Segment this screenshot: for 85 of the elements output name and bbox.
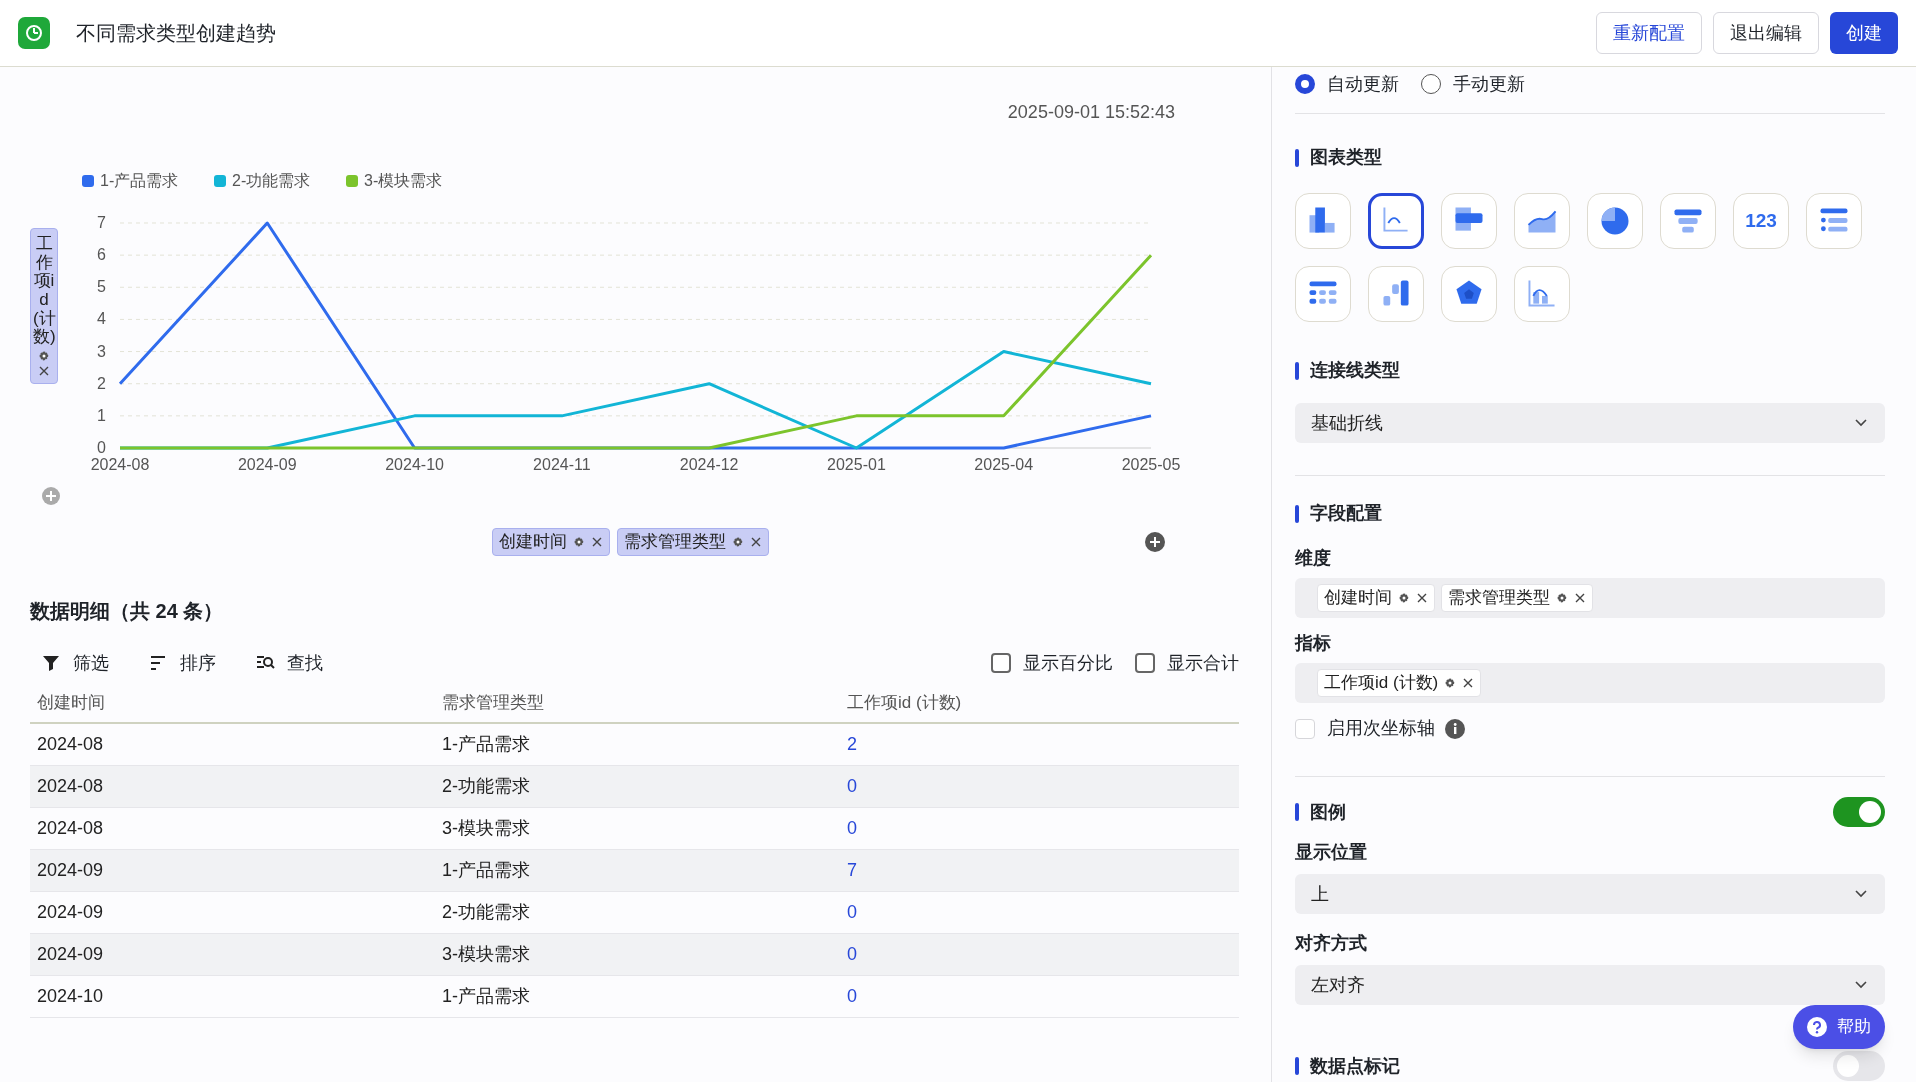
checkbox-label[interactable]: 显示百分比 [1023,649,1113,677]
field-chip[interactable]: 工作项id (计数) [1317,669,1482,697]
table-cell-text: 3-模块需求 [441,817,531,840]
radio-option[interactable]: 手动更新 [1421,70,1525,98]
x-axis-field-tag[interactable]: 需求管理类型 [616,528,769,556]
checkbox-label[interactable]: 显示合计 [1167,649,1239,677]
field-chip-label: 工作项id (计数) [1324,672,1439,695]
table-cell[interactable]: 0 [840,899,1239,926]
field-chip-label: 需求管理类型 [1448,587,1550,610]
table-cell-text: 2024-08 [36,817,105,840]
field-label: 维度 [1295,547,1332,570]
y-tick-label: 0 [97,439,106,456]
legend-label[interactable]: 1-产品需求 [100,172,179,189]
header-button[interactable]: 创建 [1830,12,1898,54]
page-title: 不同需求类型创建趋势 [76,21,276,46]
x-tick-label: 2025-05 [1121,456,1181,473]
x-axis-field-tag[interactable]: 创建时间 [491,528,610,556]
table-cell-text: 1-产品需求 [441,733,531,756]
select-field[interactable]: 基础折线 [1295,403,1885,443]
field-chip[interactable]: 需求管理类型 [1441,584,1593,612]
radio-option[interactable]: 自动更新 [1295,70,1399,98]
field-tag-label: 需求管理类型 [623,531,726,554]
toolbar-button[interactable]: 查找 [256,649,323,677]
column-header[interactable]: 工作项id (计数) [840,690,1239,716]
table-cell-text: 2-功能需求 [441,901,531,924]
x-tick-label: 2024-10 [385,456,444,473]
section-title: 图表类型 [1310,146,1382,169]
field-chip[interactable]: 创建时间 [1317,584,1435,612]
toolbar-button[interactable]: 排序 [149,649,216,677]
help-button[interactable]: 帮助 [1793,1005,1885,1049]
select-field[interactable]: 左对齐 [1295,965,1885,1005]
section-title: 数据点标记 [1310,1054,1400,1078]
table-cell-text: 1-产品需求 [441,985,531,1008]
table-cell-text: 2024-08 [36,733,105,756]
field-drop-area[interactable]: 工作项id (计数) [1295,663,1885,703]
table-cell[interactable]: 2 [840,731,1239,758]
field-label: 显示位置 [1295,841,1368,864]
header-button[interactable]: 重新配置 [1596,12,1702,54]
y-tick-label: 1 [97,406,106,424]
section-title: 字段配置 [1310,502,1382,525]
y-tick-label: 3 [97,342,106,360]
table-cell-text: 2024-08 [36,775,105,798]
table-cell[interactable]: 0 [840,983,1239,1010]
table-cell-text: 2024-09 [36,859,105,882]
section-title: 连接线类型 [1310,359,1400,382]
table-cell-text: 2-功能需求 [441,775,531,798]
y-tick-label: 7 [97,214,106,231]
field-tag-label: 创建时间 [498,531,567,554]
y-tick-label: 6 [97,246,106,264]
table-cell[interactable]: 7 [840,857,1239,884]
y-axis-field-tag[interactable]: 工作项id (计数) [30,228,58,385]
section-title: 数据明细（共 24 条） [30,599,225,624]
field-chip-label: 创建时间 [1324,587,1392,610]
legend-label[interactable]: 2-功能需求 [232,172,311,189]
y-tick-label: 4 [97,310,106,328]
field-label: 对齐方式 [1295,932,1368,955]
x-tick-label: 2025-04 [974,456,1034,473]
table-cell-text: 2024-09 [36,943,105,966]
toolbar-button[interactable]: 筛选 [42,649,109,677]
x-tick-label: 2025-01 [827,456,886,473]
field-label: 指标 [1295,632,1332,655]
y-tick-label: 2 [97,374,106,392]
header-button[interactable]: 退出编辑 [1713,12,1819,54]
column-header[interactable]: 创建时间 [30,690,435,716]
table-cell[interactable]: 0 [840,941,1239,968]
table-cell-text: 1-产品需求 [441,859,531,882]
checkbox-label[interactable]: 启用次坐标轴 [1327,715,1435,742]
y-tick-label: 5 [97,278,106,296]
field-drop-area[interactable]: 创建时间 需求管理类型 [1295,578,1885,618]
x-tick-label: 2024-11 [533,456,591,473]
table-cell-text: 3-模块需求 [441,943,531,966]
legend-label[interactable]: 3-模块需求 [364,172,443,189]
table-cell-text: 2024-10 [36,985,105,1008]
y-axis-field-label: 工作项id (计数) [33,235,55,348]
select-field[interactable]: 上 [1295,874,1885,914]
x-tick-label: 2024-09 [237,456,297,473]
table-cell-text: 2024-09 [36,901,105,924]
x-tick-label: 2024-08 [90,456,150,473]
table-cell[interactable]: 0 [840,815,1239,842]
section-title: 图例 [1310,800,1346,824]
table-cell[interactable]: 0 [840,773,1239,800]
x-tick-label: 2024-12 [679,456,739,473]
timestamp: 2025-09-01 15:52:43 [1007,101,1175,124]
column-header[interactable]: 需求管理类型 [435,690,840,716]
chart-type-button[interactable]: 123 [1733,193,1789,249]
